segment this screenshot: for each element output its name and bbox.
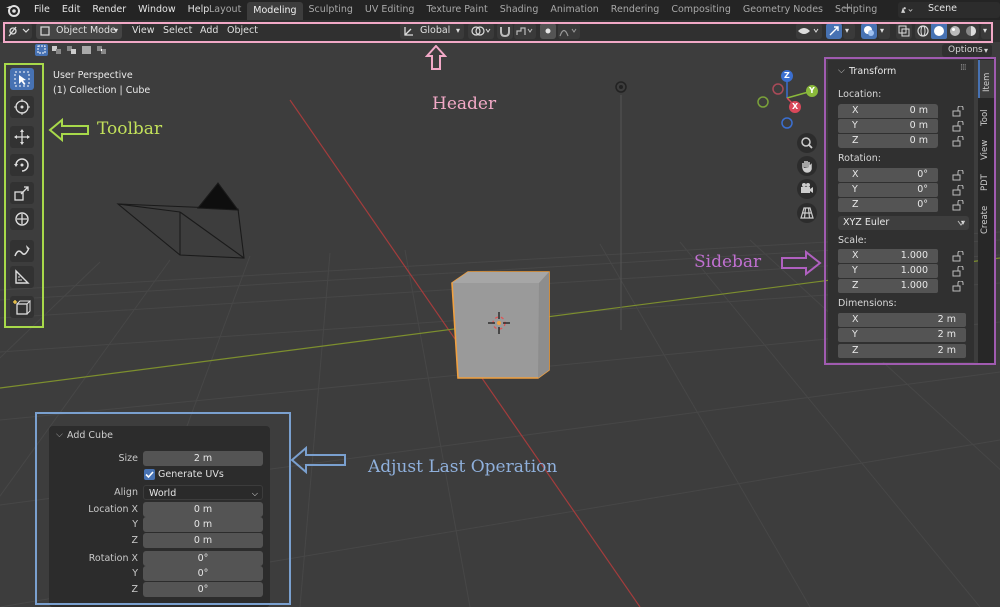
camera-icon [801,183,813,193]
select-mode-group[interactable] [35,44,107,56]
scale-icon [14,186,29,201]
menu-edit[interactable]: Edit [56,0,86,20]
tab-compositing[interactable]: Compositing [665,0,737,20]
sidebar-annotation: Sidebar [694,252,762,272]
tool-cursor[interactable] [10,96,34,118]
gizmo-z-label: Z [784,71,790,80]
measure-icon [15,269,30,284]
hand-icon [802,161,812,173]
toolbar-annotation: Toolbar [97,119,163,139]
add-workspace-button[interactable]: + [842,1,853,16]
viewport-info: User Perspective (1) Collection | Cube [53,68,150,98]
rotate-icon [14,158,29,172]
gizmo-y-label: Y [809,86,815,95]
tab-sculpting[interactable]: Sculpting [303,0,359,20]
cursor-icon [14,99,30,115]
select-new-icon [37,45,46,54]
tab-texture-paint[interactable]: Texture Paint [420,0,493,20]
zoom-icon [801,137,813,149]
select-subtract-icon[interactable] [65,44,78,56]
tab-modeling[interactable]: Modeling [247,2,303,20]
tool-scale[interactable] [10,182,34,204]
menu-render[interactable]: Render [86,0,132,20]
tool-select-box[interactable] [10,68,34,90]
options-label: Options [948,45,983,55]
tool-move[interactable] [10,126,34,148]
select-box-icon [14,71,30,87]
scene-name: Scene [928,3,957,14]
transform-icon [15,212,29,226]
tool-rotate[interactable] [10,154,34,176]
pan-button[interactable] [797,156,817,176]
tab-scripting[interactable]: Scripting [829,0,883,20]
tab-animation[interactable]: Animation [544,0,604,20]
adjust-highlight-box [35,412,291,605]
select-extend-icon[interactable] [50,44,63,56]
camera-view-button[interactable] [797,179,817,199]
toolbar-arrow-icon [48,118,89,142]
perspective-toggle-button[interactable] [797,203,817,223]
header-arrow-icon [425,45,447,70]
options-dropdown[interactable]: Options ▾ [942,44,992,57]
sidebar-arrow-icon [781,250,822,276]
zoom-button[interactable] [797,133,817,153]
add-cube-icon [13,300,31,315]
tab-layout[interactable]: Layout [203,0,247,20]
adjust-annotation: Adjust Last Operation [368,457,558,477]
annotate-icon [14,245,30,257]
grid-icon [800,207,814,219]
tool-measure[interactable] [10,266,34,288]
sidebar-highlight-box [824,57,996,365]
move-icon [14,129,30,145]
tool-add-cube[interactable] [10,296,34,318]
select-new-button[interactable] [35,44,48,56]
scene-selector[interactable]: Scene [898,2,1000,18]
blender-logo-icon[interactable] [5,3,21,17]
cube-object [451,271,550,379]
view-name: User Perspective [53,70,133,81]
select-invert-icon[interactable] [80,44,93,56]
tool-annotate[interactable] [10,240,34,262]
top-bar: File Edit Render Window Help Layout Mode… [0,0,1000,20]
header-highlight-box [3,22,993,43]
tab-rendering[interactable]: Rendering [605,0,666,20]
gizmo-x-label: X [792,102,799,111]
chevron-down-icon: ▾ [983,46,988,55]
tab-geometry-nodes[interactable]: Geometry Nodes [737,0,829,20]
menu-window[interactable]: Window [132,0,181,20]
tab-uv-editing[interactable]: UV Editing [359,0,421,20]
header-annotation: Header [432,94,497,114]
adjust-arrow-icon [290,446,346,474]
select-intersect-icon[interactable] [95,44,108,56]
tab-shading[interactable]: Shading [494,0,545,20]
menu-file[interactable]: File [28,0,56,20]
active-collection: (1) Collection | Cube [53,85,151,96]
scene-icon [901,7,913,13]
tool-transform[interactable] [10,208,34,230]
